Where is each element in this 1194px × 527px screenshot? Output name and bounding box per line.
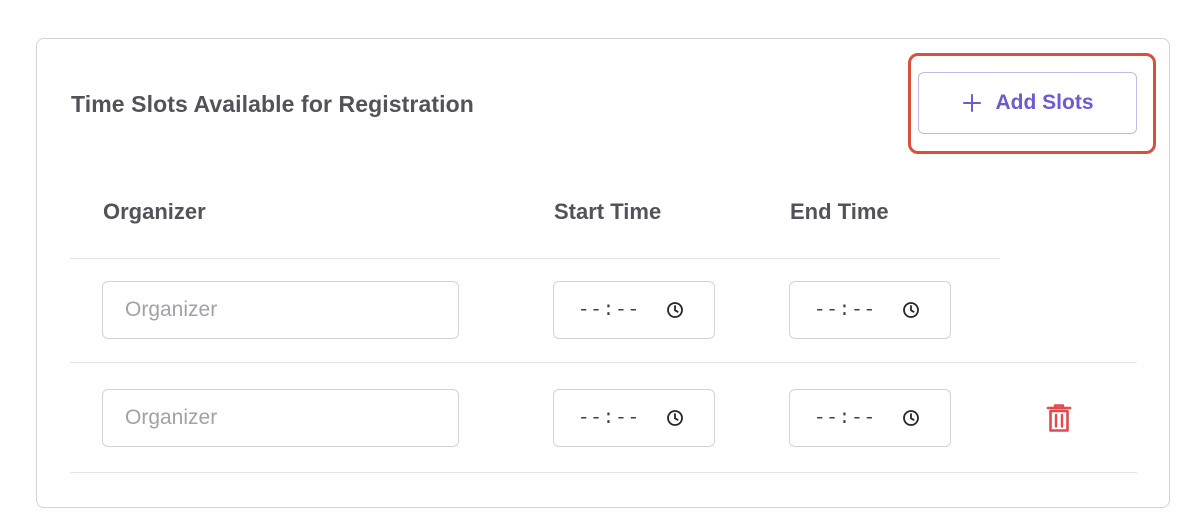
start-time-input[interactable]: --:--: [553, 389, 715, 447]
column-header-organizer: Organizer: [103, 199, 206, 224]
end-time-input[interactable]: --:--: [789, 281, 951, 339]
end-time-value: --:--: [814, 407, 877, 429]
clock-icon[interactable]: [666, 301, 684, 319]
row-divider: [70, 472, 1137, 473]
end-time-value: --:--: [814, 299, 877, 321]
end-time-input[interactable]: --:--: [789, 389, 951, 447]
time-slots-card: Time Slots Available for Registration Ad…: [36, 38, 1170, 508]
plus-icon: [962, 93, 982, 113]
organizer-input[interactable]: [102, 389, 459, 447]
start-time-value: --:--: [578, 407, 641, 429]
card-title: Time Slots Available for Registration: [71, 91, 474, 117]
start-time-input[interactable]: --:--: [553, 281, 715, 339]
column-header-end-time: End Time: [790, 199, 889, 224]
column-header-start-time: Start Time: [554, 199, 662, 224]
organizer-input[interactable]: [102, 281, 459, 339]
row-divider: [70, 362, 1137, 363]
clock-icon[interactable]: [902, 301, 920, 319]
add-slots-button[interactable]: Add Slots: [918, 72, 1137, 134]
trash-icon: [1046, 404, 1072, 432]
clock-icon[interactable]: [666, 409, 684, 427]
clock-icon[interactable]: [902, 409, 920, 427]
add-slots-label: Add Slots: [995, 91, 1094, 114]
header-divider: [70, 258, 1000, 259]
delete-row-button[interactable]: [1042, 399, 1076, 437]
start-time-value: --:--: [578, 299, 641, 321]
